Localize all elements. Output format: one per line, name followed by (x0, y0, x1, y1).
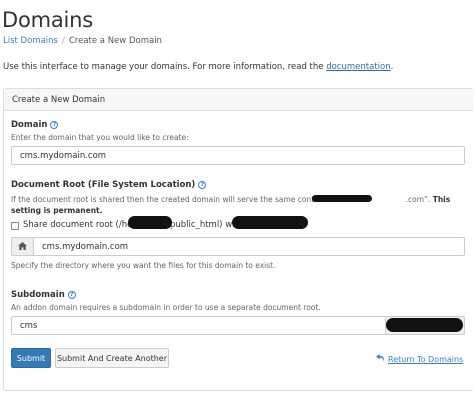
redaction-mark (312, 195, 372, 202)
document-root-description: If the document root is shared then the … (11, 195, 451, 215)
domain-label: Domain? (11, 120, 59, 130)
intro-text: Use this interface to manage your domain… (3, 62, 394, 72)
subdomain-help-icon[interactable]: ? (67, 291, 76, 299)
return-to-domains-link[interactable]: Return To Domains (376, 354, 463, 364)
domain-help-icon[interactable]: ? (50, 121, 59, 129)
document-root-label: Document Root (File System Location)? (11, 180, 207, 190)
share-document-root-checkbox[interactable] (11, 222, 19, 230)
document-root-input[interactable]: cms.mydomain.com (33, 237, 465, 256)
return-arrow-icon (376, 354, 385, 364)
breadcrumb-separator: / (61, 36, 65, 46)
panel-heading: Create a New Domain (4, 89, 473, 111)
redaction-mark (386, 318, 463, 332)
domain-input[interactable]: cms.mydomain.com (11, 146, 465, 165)
subdomain-input[interactable]: cms (11, 316, 386, 335)
subdomain-description: An addon domain requires a subdomain in … (11, 303, 321, 312)
page-title: Domains (2, 8, 94, 32)
home-directory-addon (11, 237, 34, 256)
domain-description: Enter the domain that you would like to … (11, 133, 189, 142)
documentation-link[interactable]: documentation (326, 62, 390, 72)
breadcrumb-current: Create a New Domain (68, 36, 162, 46)
document-root-hint: Specify the directory where you want the… (11, 261, 276, 270)
redaction-mark (232, 216, 308, 229)
breadcrumb-list-domains[interactable]: List Domains (3, 36, 58, 46)
redaction-mark (128, 216, 172, 229)
home-icon (18, 241, 27, 252)
breadcrumb: List Domains / Create a New Domain (3, 36, 162, 46)
subdomain-label: Subdomain? (11, 290, 76, 300)
document-root-help-icon[interactable]: ? (198, 181, 207, 189)
submit-button[interactable]: Submit (11, 348, 51, 368)
submit-and-create-another-button[interactable]: Submit And Create Another (55, 348, 169, 368)
